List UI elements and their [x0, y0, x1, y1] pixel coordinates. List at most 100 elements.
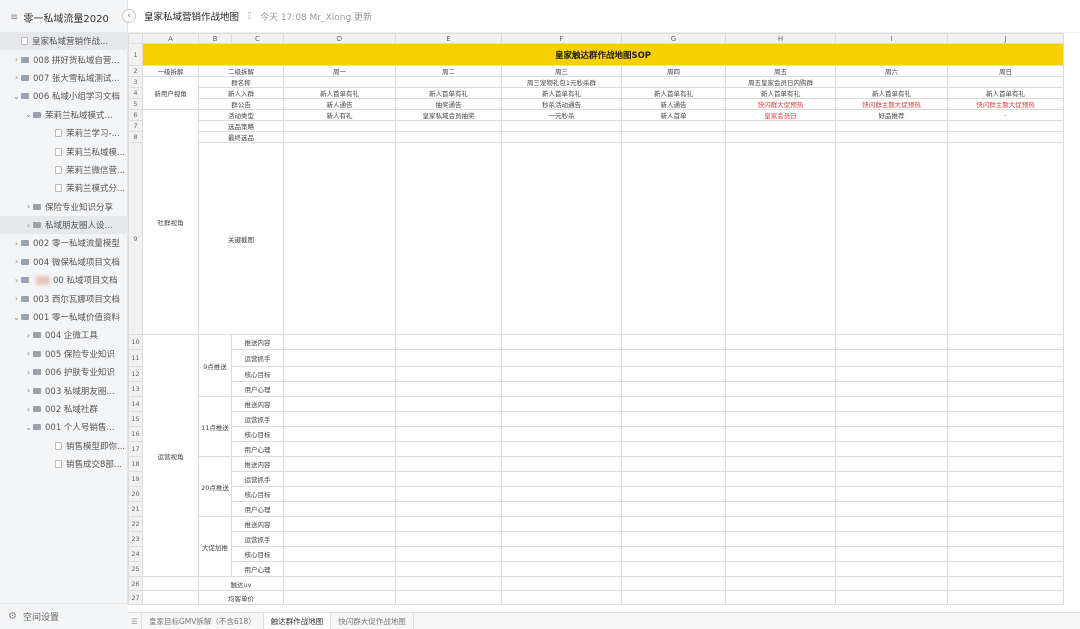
data-cell[interactable] [501, 120, 622, 132]
data-cell[interactable]: 一元秒杀 [501, 109, 622, 121]
group-label[interactable]: 社群视角 [142, 109, 199, 335]
data-cell[interactable] [283, 131, 396, 143]
data-cell[interactable] [621, 131, 726, 143]
data-cell[interactable] [725, 441, 836, 457]
data-cell[interactable] [283, 426, 396, 442]
item-label[interactable]: 用户心理 [231, 441, 284, 457]
data-cell[interactable] [621, 531, 726, 547]
day-header[interactable]: 周六 [835, 65, 948, 77]
data-cell[interactable] [725, 471, 836, 487]
column-header[interactable]: C [231, 33, 284, 44]
data-cell[interactable] [395, 531, 502, 547]
data-cell[interactable]: 新人首单有礼 [725, 87, 836, 99]
row-header[interactable]: 11 [128, 349, 143, 367]
tree-item[interactable]: 茉莉兰学习-... [0, 124, 128, 142]
data-cell[interactable]: 快闪群主题大促预热 [835, 98, 948, 110]
data-cell[interactable] [725, 531, 836, 547]
row-header[interactable]: 23 [128, 531, 143, 547]
row-label[interactable]: 最终选品 [198, 131, 284, 143]
tree-item[interactable]: › 002 零一私域流量模型 [0, 234, 128, 252]
chevron-right-icon[interactable]: › [12, 55, 21, 64]
data-cell[interactable] [283, 366, 396, 382]
data-cell[interactable] [835, 546, 948, 562]
data-cell[interactable] [395, 381, 502, 397]
data-cell[interactable] [725, 120, 836, 132]
chevron-down-icon[interactable]: ⌄ [24, 423, 33, 432]
data-cell[interactable] [501, 396, 622, 412]
spreadsheet-grid[interactable]: A B C D E F G H I J 1 皇家触达群作战地图SOP 2 一级拆解 二级拆解 周一 周二 周三 周四… [128, 33, 1080, 612]
data-cell[interactable] [947, 142, 1064, 335]
chevron-right-icon[interactable]: › [24, 368, 33, 377]
time-label[interactable]: 大促加推 [198, 516, 232, 577]
item-label[interactable]: 核心目标 [231, 486, 284, 502]
data-cell[interactable] [283, 501, 396, 517]
data-cell[interactable] [395, 142, 502, 335]
row-header[interactable]: 3 [128, 76, 143, 88]
header-cell[interactable]: 二级拆解 [198, 65, 284, 77]
data-cell[interactable] [283, 561, 396, 577]
data-cell[interactable] [283, 546, 396, 562]
chevron-down-icon[interactable]: ⌄ [12, 92, 21, 101]
tree-item[interactable]: › 007 张大雪私域测试... [0, 69, 128, 87]
data-cell[interactable] [283, 396, 396, 412]
tree-item[interactable]: › 008 拼好货私域自营... [0, 50, 128, 68]
data-cell[interactable] [947, 546, 1064, 562]
collapse-sidebar-button[interactable]: ‹ [122, 9, 136, 23]
data-cell[interactable] [725, 590, 836, 605]
item-label[interactable]: 运营抓手 [231, 349, 284, 367]
item-label[interactable]: 核心目标 [231, 366, 284, 382]
data-cell[interactable] [835, 349, 948, 367]
chevron-right-icon[interactable]: › [24, 405, 33, 414]
data-cell[interactable] [621, 561, 726, 577]
group-label[interactable]: 运营视角 [142, 334, 199, 577]
chevron-right-icon[interactable]: › [24, 221, 33, 230]
item-label[interactable]: 用户心理 [231, 381, 284, 397]
sheet-list-icon[interactable]: ☰ [128, 613, 142, 629]
row-header[interactable]: 12 [128, 366, 143, 382]
tree-item[interactable]: › 003 私域朋友圈... [0, 381, 128, 399]
data-cell[interactable]: 皇家会员日 [725, 109, 836, 121]
row-header[interactable]: 22 [128, 516, 143, 532]
data-cell[interactable] [947, 366, 1064, 382]
row-header[interactable]: 13 [128, 381, 143, 397]
data-cell[interactable] [725, 516, 836, 532]
row-header[interactable]: 7 [128, 120, 143, 132]
spreadsheet[interactable]: A B C D E F G H I J 1 皇家触达群作战地图SOP 2 一级拆解 二级拆解 周一 周二 周三 周四… [128, 33, 1064, 605]
item-label[interactable]: 核心目标 [231, 546, 284, 562]
tree-item[interactable]: › 00 私域项目文档 [0, 271, 128, 289]
header-cell[interactable]: 一级拆解 [142, 65, 199, 77]
data-cell[interactable]: 新人首单有礼 [501, 87, 622, 99]
data-cell[interactable] [501, 411, 622, 427]
data-cell[interactable] [501, 486, 622, 502]
data-cell[interactable] [621, 456, 726, 472]
day-header[interactable]: 周四 [621, 65, 726, 77]
sheet-tab[interactable]: 快闪群大促作战地图 [331, 613, 414, 629]
space-header[interactable]: ≡ 零一私域流量2020 [0, 0, 127, 34]
row-header[interactable]: 10 [128, 334, 143, 350]
data-cell[interactable]: 周三宠物礼包1元秒杀群 [501, 76, 622, 88]
data-cell[interactable] [947, 516, 1064, 532]
data-cell[interactable] [835, 441, 948, 457]
data-cell[interactable] [501, 531, 622, 547]
data-cell[interactable] [395, 471, 502, 487]
data-cell[interactable] [947, 456, 1064, 472]
data-cell[interactable] [395, 334, 502, 350]
data-cell[interactable] [947, 486, 1064, 502]
data-cell[interactable] [395, 590, 502, 605]
row-header[interactable]: 2 [128, 65, 143, 77]
item-label[interactable]: 运营抓手 [231, 411, 284, 427]
chevron-right-icon[interactable]: › [12, 257, 21, 266]
data-cell[interactable] [395, 366, 502, 382]
space-settings-button[interactable]: ⚙ 空间设置 [0, 603, 128, 629]
data-cell[interactable] [621, 486, 726, 502]
item-label[interactable]: 核心目标 [231, 426, 284, 442]
data-cell[interactable] [947, 349, 1064, 367]
data-cell[interactable] [947, 381, 1064, 397]
data-cell[interactable] [835, 396, 948, 412]
tree-item[interactable]: › 006 护肤专业知识 [0, 363, 128, 381]
data-cell[interactable] [501, 471, 622, 487]
data-cell[interactable] [395, 486, 502, 502]
row-label[interactable]: 群名称 [198, 76, 284, 88]
data-cell[interactable]: 新人首单有礼 [947, 87, 1064, 99]
data-cell[interactable] [947, 426, 1064, 442]
